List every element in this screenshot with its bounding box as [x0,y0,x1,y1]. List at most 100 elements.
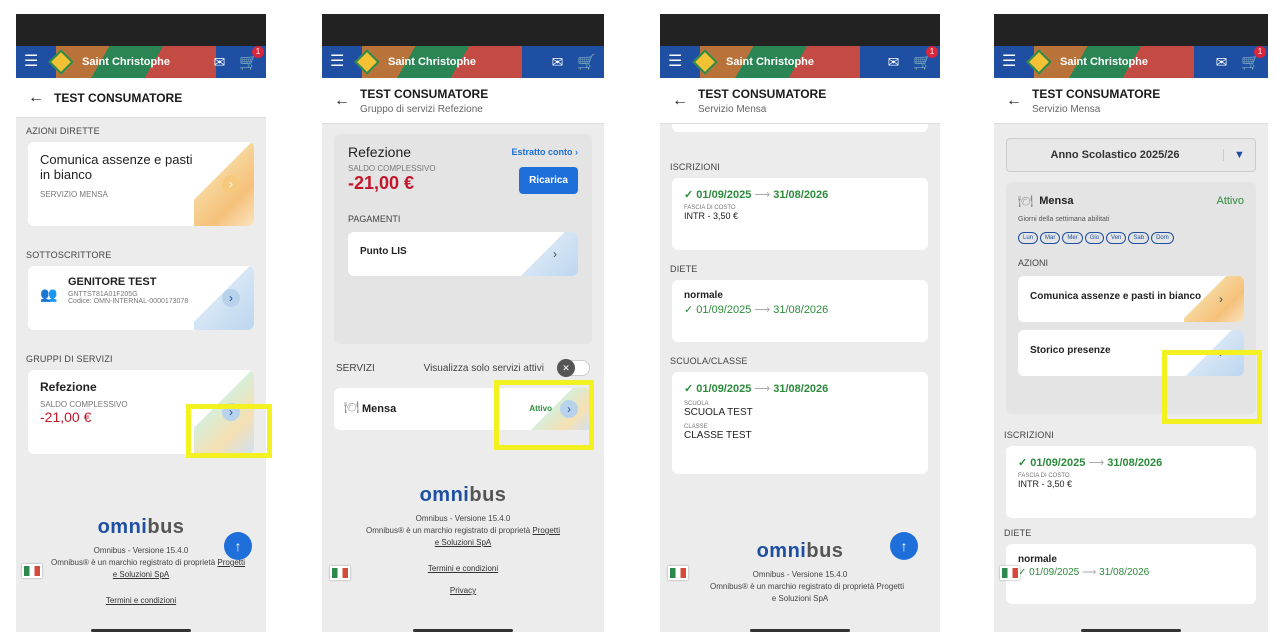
section-gruppi: GRUPPI DI SERVIZI [26,354,113,364]
cart-badge: 1 [252,46,264,58]
fascia-value: INTR - 3,50 € [1018,479,1073,489]
flag-italy-icon[interactable] [22,564,42,578]
fascia-value: INTR - 3,50 € [684,211,739,221]
iscrizione-card: ✓ 01/09/2025 ⟶ 31/08/2026 FASCIA DI COST… [1006,446,1256,518]
section-azioni-dirette: AZIONI DIRETTE [26,126,100,136]
footer: omnibus Omnibus - Versione 15.4.0 Omnibu… [322,484,604,597]
comunica-label: Comunica assenze e pasti in bianco [1030,291,1202,302]
mail-icon[interactable]: ✉ [214,54,226,71]
saldo-label: SALDO COMPLESSIVO [348,164,436,173]
menu-icon[interactable]: ☰ [1002,54,1018,70]
trademark-link[interactable]: e Soluzioni SpA [16,569,266,581]
scuola-card: ✓ 01/09/2025 ⟶ 31/08/2026 SCUOLA SCUOLA … [672,372,928,474]
flag-italy-icon[interactable] [668,566,688,580]
chevron-right-icon[interactable]: › [222,289,240,307]
cart-icon[interactable]: 🛒 1 [239,46,264,71]
cart-badge: 1 [926,46,938,58]
highlight-box [186,404,272,458]
page-title: TEST CONSUMATORE [698,86,827,101]
back-arrow-icon[interactable]: ← [28,89,44,107]
fascia-label: FASCIA DI COSTO [684,205,736,211]
saldo-value: -21,00 € [348,173,415,193]
classe-value: CLASSE TEST [684,430,752,441]
dieta-card: normale ✓ 01/09/2025 ⟶ 31/08/2026 [672,280,928,342]
menu-icon[interactable]: ☰ [24,54,40,70]
trademark-text: Omnibus® è un marchio registrato di prop… [709,582,904,591]
azioni-subtitle: SERVIZIO MENSA [40,190,108,199]
status-bar [16,14,266,46]
section-diete: DIETE [670,264,698,274]
status-bar [994,14,1268,46]
day-chip: Mer [1062,232,1083,244]
omnibus-logo: omnibus [419,484,507,506]
parent-name: GENITORE TEST [68,276,157,288]
version-text: Omnibus - Versione 15.4.0 [415,514,511,523]
classe-label: CLASSE [684,424,708,430]
parent-code: Codice: OMN-INTERNAL-0000173078 [68,298,189,305]
terms-link[interactable]: Termini e condizioni [322,563,604,575]
version-text: Omnibus - Versione 15.4.0 [752,570,848,579]
section-scuola-classe: SCUOLA/CLASSE [670,356,748,366]
anno-select[interactable]: Anno Scolastico 2025/26 ▼ [1006,138,1256,172]
punto-lis-card[interactable]: Punto LIS › [348,232,578,276]
flag-italy-icon[interactable] [330,566,350,580]
cutlery-icon: 🍽 [344,400,360,414]
menu-icon[interactable]: ☰ [330,54,346,70]
app-logo [1026,49,1052,75]
scroll-top-button[interactable]: ↑ [224,532,252,560]
status-bar [322,14,604,46]
parent-card[interactable]: 👥 GENITORE TEST GNTTST81A01F205G Codice:… [28,266,254,330]
phone-screen-mensa-details: ☰ Saint Christophe ✉ 🛒 1 ← TEST CONSUMATO… [660,14,940,632]
parent-cf: GNTTST81A01F205G [68,291,138,298]
diet-name: normale [684,290,723,301]
app-bar: ☰ Saint Christophe ✉ 🛒 1 [994,46,1268,78]
phone-screen-refezione: ☰ Saint Christophe ✉ 🛒 ← TEST CONSUMATOR… [322,14,604,632]
trademark-link[interactable]: e Soluzioni SpA [322,537,604,549]
chevron-right-icon[interactable]: › [546,245,564,263]
active-filter-toggle[interactable] [557,359,590,377]
flag-italy-icon[interactable] [1000,566,1020,580]
menu-icon[interactable]: ☰ [668,54,684,70]
toggle-label: Visualizza solo servizi attivi [423,362,544,374]
azioni-card[interactable]: Comunica assenze e pasti in bianco SERVI… [28,142,254,226]
section-iscrizioni: ISCRIZIONI [1004,430,1055,440]
app-logo [692,49,718,75]
ricarica-button[interactable]: Ricarica [519,167,578,194]
iscrizione-card: ✓ 01/09/2025 ⟶ 31/08/2026 FASCIA DI COST… [672,178,928,250]
scroll-top-button[interactable]: ↑ [890,532,918,560]
mail-icon[interactable]: ✉ [888,54,900,71]
app-title: Saint Christophe [726,56,815,68]
cart-icon[interactable]: 🛒 1 [913,46,938,71]
chevron-right-icon[interactable]: › [222,175,240,193]
section-iscrizioni: ISCRIZIONI [670,162,721,172]
cart-icon[interactable]: 🛒 1 [1241,46,1266,71]
back-arrow-icon[interactable]: ← [672,92,688,110]
cart-badge: 1 [1254,46,1266,58]
group-title: Refezione [40,380,97,394]
section-sottoscrittore: SOTTOSCRITTORE [26,250,112,260]
giorni-label: Giorni della settimana abilitati [1018,216,1110,223]
mail-icon[interactable]: ✉ [1216,54,1228,71]
comunica-card[interactable]: Comunica assenze e pasti in bianco › [1018,276,1244,322]
mail-icon[interactable]: ✉ [552,54,564,71]
cart-icon[interactable]: 🛒 [577,53,596,71]
azioni-label: AZIONI [1018,258,1049,268]
back-arrow-icon[interactable]: ← [334,92,350,110]
terms-link[interactable]: Termini e condizioni [16,595,266,607]
highlight-box [494,380,594,450]
status-badge: Attivo [1216,195,1244,207]
phone-screen-servizio-mensa: ☰ Saint Christophe ✉ 🛒 1 ← TEST CONSUMATO… [994,14,1268,632]
estratto-conto-link[interactable]: Estratto conto › [512,147,579,157]
app-bar: ☰ Saint Christophe ✉ 🛒 1 [16,46,266,78]
page-title: TEST CONSUMATORE [54,90,183,105]
chevron-right-icon[interactable]: › [1212,290,1230,308]
people-icon: 👥 [40,286,58,302]
chevron-down-icon[interactable]: ▼ [1223,149,1255,161]
status-bar [660,14,940,46]
days-row: Lun Mar Mer Gio Ven Sab Dom [1018,226,1244,244]
app-bar: ☰ Saint Christophe ✉ 🛒 [322,46,604,78]
privacy-link[interactable]: Privacy [322,585,604,597]
back-arrow-icon[interactable]: ← [1006,92,1022,110]
scuola-dates: ✓ 01/09/2025 ⟶ 31/08/2026 [684,383,829,395]
page-subtitle: Servizio Mensa [698,103,767,115]
